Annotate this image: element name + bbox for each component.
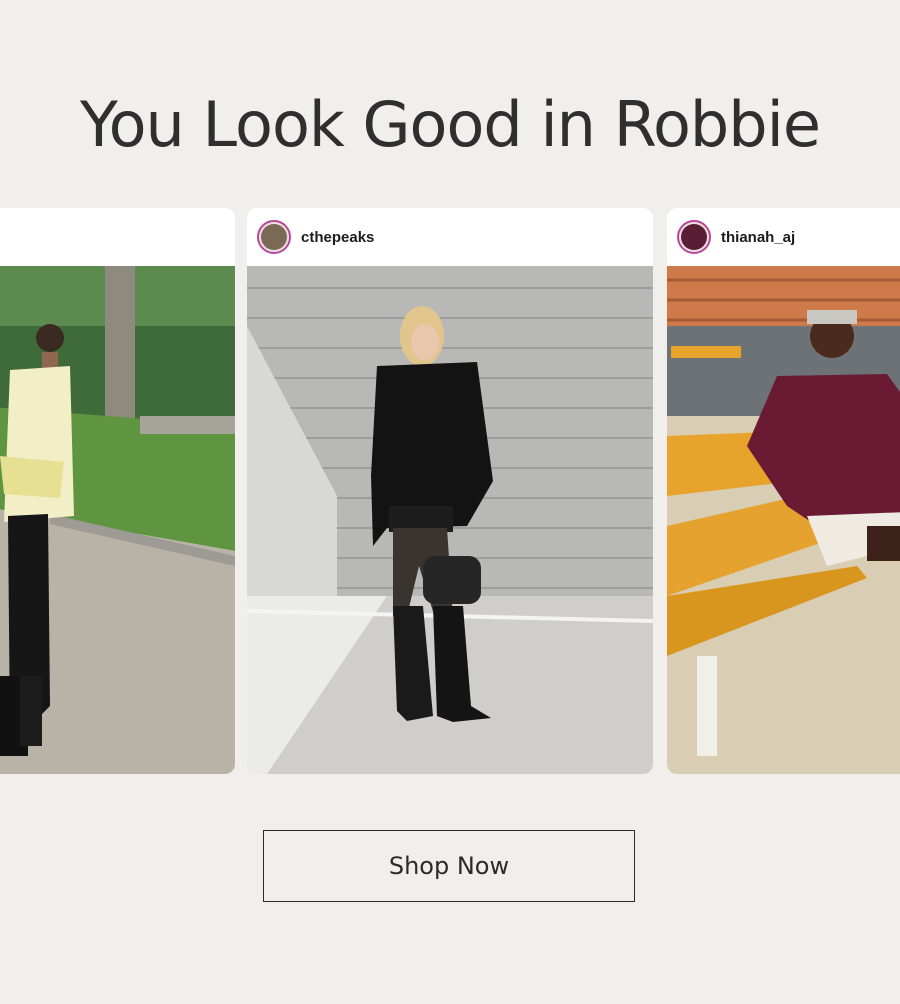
ugc-card-2[interactable]: cthepeaks	[247, 208, 653, 774]
shop-now-button[interactable]: Shop Now	[263, 830, 635, 902]
card-header: cthepeaks	[247, 208, 653, 266]
card-handle[interactable]: cthepeaks	[301, 229, 374, 246]
card-header	[0, 208, 235, 266]
ugc-card-1[interactable]	[0, 208, 235, 774]
card-photo-black-sweater-wall	[247, 266, 653, 774]
avatar[interactable]	[677, 220, 711, 254]
card-photo-maroon-sweater-bench	[667, 266, 900, 774]
card-photo-outdoor-yellow-shirt	[0, 266, 235, 774]
page-headline: You Look Good in Robbie	[79, 88, 821, 161]
ugc-card-3[interactable]: thianah_aj	[667, 208, 900, 774]
card-header: thianah_aj	[667, 208, 900, 266]
avatar[interactable]	[257, 220, 291, 254]
card-handle[interactable]: thianah_aj	[721, 229, 795, 246]
